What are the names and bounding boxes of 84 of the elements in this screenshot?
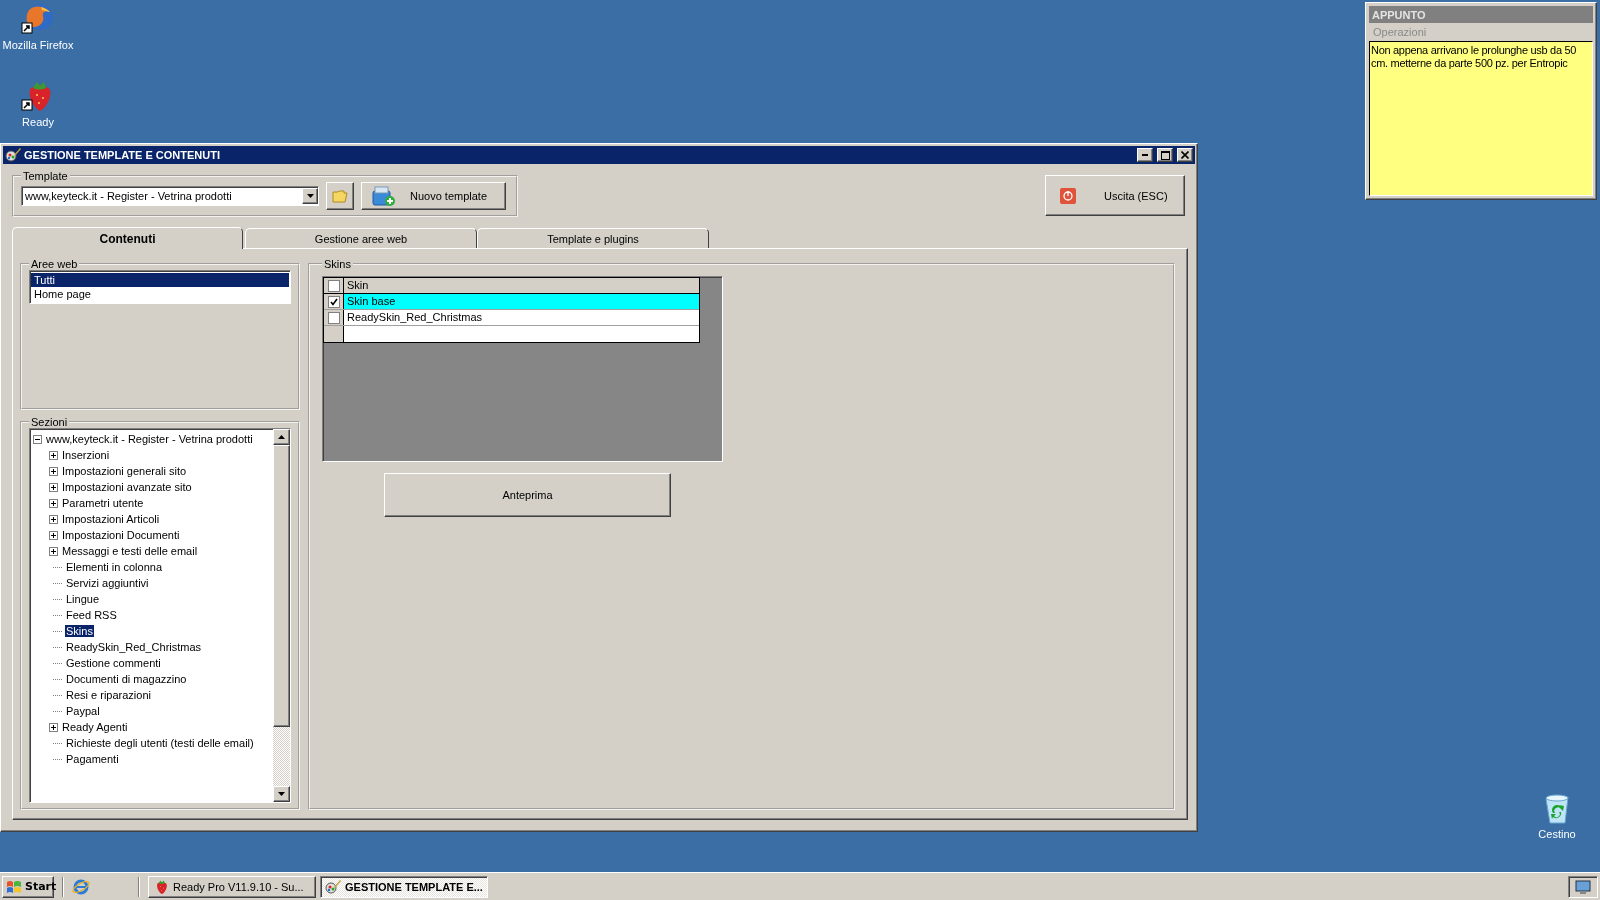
browser-icon[interactable] [72, 877, 90, 896]
grid-row[interactable]: Skin base [324, 294, 699, 310]
new-template-button[interactable]: Nuovo template [361, 182, 506, 210]
tree-item[interactable]: Servizi aggiuntivi [65, 577, 150, 589]
tree-item[interactable]: Ready Agenti [61, 721, 129, 733]
preview-button[interactable]: Anteprima [384, 473, 671, 517]
grid-row[interactable]: ReadySkin_Red_Christmas [324, 310, 699, 326]
tree-item[interactable]: Resi e riparazioni [65, 689, 152, 701]
dropdown-button[interactable] [302, 188, 318, 204]
tree-item[interactable]: Pagamenti [65, 753, 120, 765]
maximize-icon [1160, 150, 1170, 160]
exit-button[interactable]: Uscita (ESC) [1045, 175, 1185, 216]
tree-item[interactable]: Impostazioni Articoli [61, 513, 161, 525]
tree-item[interactable]: Lingue [65, 593, 101, 605]
app-icon [5, 147, 21, 163]
tree-item[interactable]: ReadySkin_Red_Christmas [65, 641, 203, 653]
tree-item[interactable]: Inserzioni [61, 449, 111, 461]
tree-item[interactable]: Documenti di magazzino [65, 673, 188, 685]
tree-item[interactable]: Gestione commenti [65, 657, 162, 669]
tree-item[interactable]: Parametri utente [61, 497, 145, 509]
plus-icon[interactable] [49, 514, 58, 524]
checkbox[interactable] [327, 279, 340, 292]
fox-globe-icon[interactable] [21, 2, 55, 36]
tab[interactable]: Gestione aree web [245, 228, 477, 248]
scrollbar[interactable] [273, 429, 290, 802]
table-cell-text: Skin base [346, 294, 397, 309]
table-cell-text: ReadySkin_Red_Christmas [346, 310, 484, 325]
folder-button[interactable] [326, 182, 354, 210]
plus-icon[interactable] [49, 466, 58, 476]
tree-item[interactable]: Impostazioni avanzate sito [61, 481, 193, 493]
tree-item[interactable]: Skins [65, 625, 94, 637]
minus-icon[interactable] [33, 434, 42, 444]
recycle-bin-icon[interactable] [1542, 793, 1572, 825]
dropdown-value: www,keyteck.it - Register - Vetrina prodotti [25, 190, 233, 202]
box-plus-icon [372, 185, 396, 207]
icon-label: Ready [22, 116, 54, 128]
group-label: Template [22, 170, 69, 182]
plus-icon[interactable] [49, 530, 58, 540]
up-arrow-icon [278, 435, 285, 439]
list-item[interactable]: Tutti [31, 273, 289, 287]
scroll-up-button[interactable] [273, 429, 290, 445]
icon-label: Cestino [1538, 828, 1576, 840]
note-text[interactable]: Non appena arrivano le prolunghe usb da 50 cm. metterne da parte 500 pz. per Entropic [1369, 41, 1593, 196]
tree-item[interactable]: Elementi in colonna [65, 561, 163, 573]
minimize-icon [1142, 154, 1148, 156]
window-title: APPUNTO [1372, 8, 1426, 21]
template-dropdown[interactable]: www,keyteck.it - Register - Vetrina prodotti [21, 186, 319, 206]
down-arrow-icon [306, 194, 314, 198]
close-button[interactable] [1177, 148, 1193, 162]
plus-icon[interactable] [49, 450, 58, 460]
monitor-icon[interactable] [1575, 878, 1591, 895]
tree-item[interactable]: www,keyteck.it - Register - Vetrina prodotti [45, 433, 254, 445]
group-label: Sezioni [30, 416, 69, 428]
tab[interactable]: Template e plugins [477, 228, 709, 248]
tree-item[interactable]: Impostazioni generali sito [61, 465, 188, 477]
plus-icon[interactable] [49, 498, 58, 508]
plus-icon[interactable] [49, 546, 58, 556]
tree-item[interactable]: Impostazioni Documenti [61, 529, 181, 541]
power-icon [1060, 187, 1076, 204]
group-label: Aree web [30, 258, 79, 270]
scroll-down-button[interactable] [273, 786, 290, 802]
icon-label: Mozilla Firefox [2, 39, 74, 51]
group-label: Skins [323, 258, 352, 270]
taskbar-button[interactable]: GESTIONE TEMPLATE E... [320, 875, 488, 898]
tree-item[interactable]: Paypal [65, 705, 101, 717]
window-title: GESTIONE TEMPLATE E CONTENUTI [24, 149, 221, 161]
plus-icon[interactable] [49, 482, 58, 492]
taskbar-button[interactable]: Ready Pro V11.9.10 - Su... [148, 875, 316, 898]
maximize-button[interactable] [1157, 148, 1173, 162]
checkbox[interactable] [327, 311, 340, 324]
scroll-thumb[interactable] [273, 445, 290, 727]
tree-item[interactable]: Messaggi e testi delle email [61, 545, 199, 557]
list-item[interactable]: Home page [31, 287, 289, 301]
folder-icon [332, 189, 348, 203]
down-arrow-icon [278, 792, 285, 796]
minimize-button[interactable] [1137, 148, 1153, 162]
tab[interactable]: Contenuti [12, 227, 243, 249]
tree-item[interactable]: Feed RSS [65, 609, 118, 621]
tree-item[interactable]: Richieste degli utenti (testi delle email) [65, 737, 255, 749]
close-icon [1181, 151, 1189, 159]
plus-icon[interactable] [49, 722, 58, 732]
app-icon [325, 878, 341, 895]
windows-flag-icon [6, 879, 22, 894]
checkbox[interactable] [327, 295, 340, 308]
